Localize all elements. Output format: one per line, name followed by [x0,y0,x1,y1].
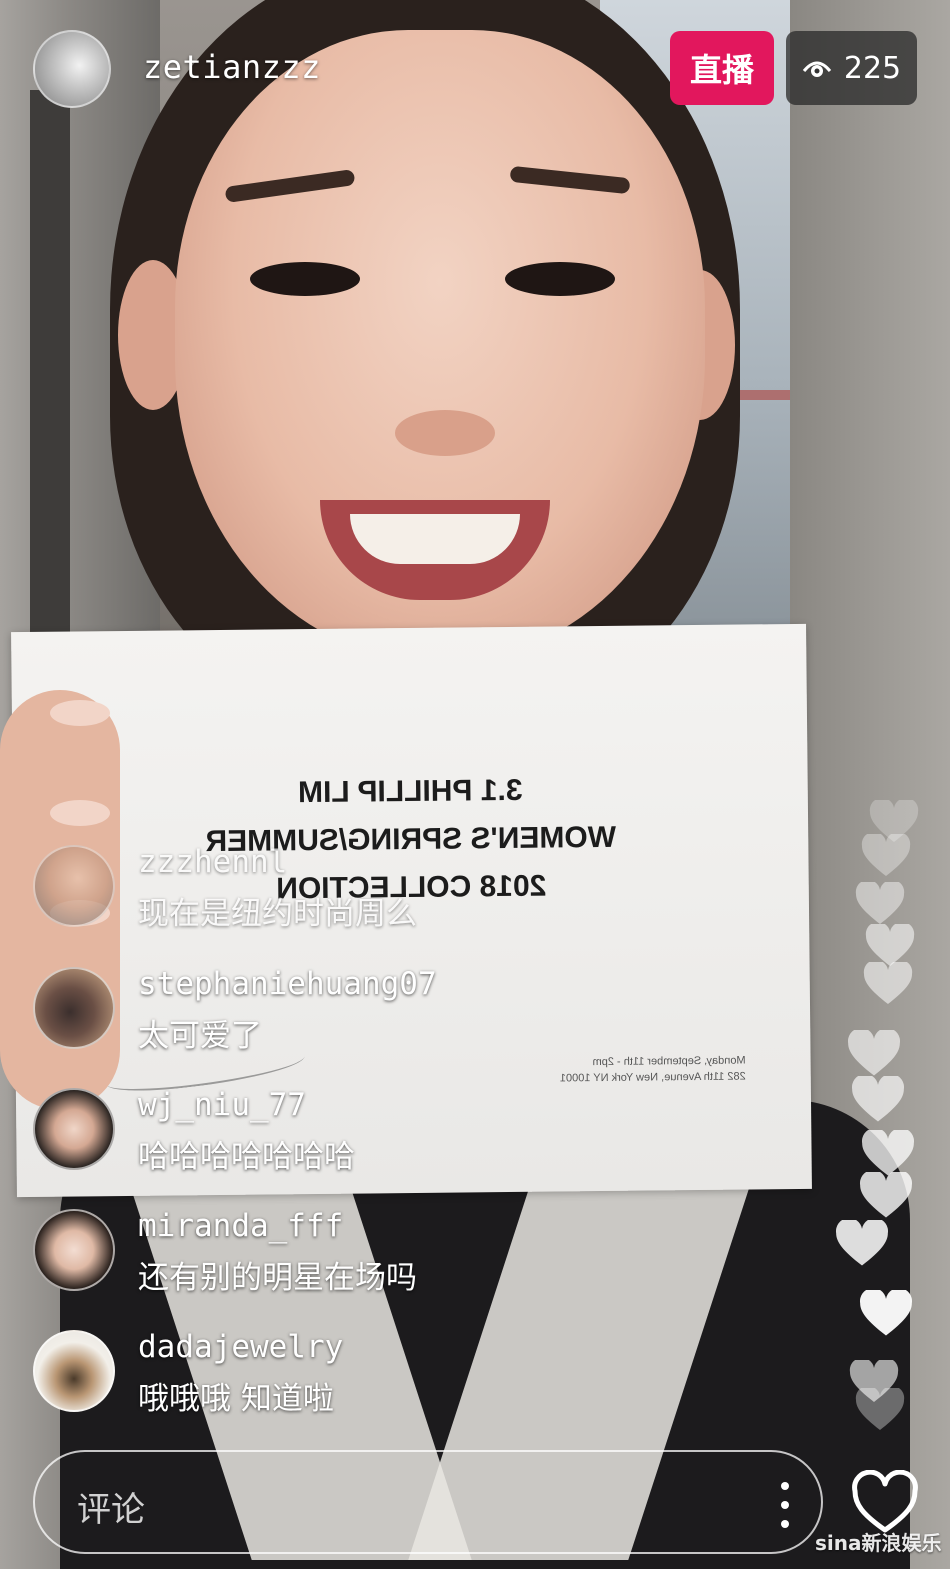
comment-item: wj_niu_77 哈哈哈哈哈哈哈 [0,1083,800,1193]
live-badge: 直播 [670,31,774,105]
heart-icon [859,1290,913,1336]
heart-icon [861,1130,915,1176]
live-header: zetianzzz 直播 225 [0,0,950,130]
commenter-avatar[interactable] [33,1088,115,1170]
comment-text: 哦哦哦 知道啦 [138,1381,334,1417]
viewer-count: 225 [843,50,902,86]
commenter-avatar[interactable] [33,845,115,927]
commenter-avatar[interactable] [33,967,115,1049]
host-avatar[interactable] [33,30,111,108]
comment-input-placeholder: 评论 [77,1490,145,1530]
commenter-avatar[interactable] [33,1330,115,1412]
heart-icon [851,1076,905,1122]
heart-icon [855,882,905,924]
comment-input[interactable]: 评论 [33,1450,823,1554]
comment-text: 太可爱了 [138,1018,262,1054]
heart-icon [855,1388,905,1430]
eye-icon [802,61,832,77]
comment-item: dadajewelry 哦哦哦 知道啦 [0,1325,800,1435]
commenter-username[interactable]: stephaniehuang07 [138,966,437,1002]
host-username[interactable]: zetianzzz [143,48,321,86]
commenter-avatar[interactable] [33,1209,115,1291]
comment-text: 哈哈哈哈哈哈哈 [138,1139,355,1175]
heart-icon [859,1172,913,1218]
heart-icon [861,834,911,876]
comment-item: miranda_fff 还有别的明星在场吗 [0,1204,800,1314]
sina-watermark: sina新浪娱乐 [815,1531,942,1555]
comment-item: zzzhennl 现在是纽约时尚周么 [0,840,800,950]
commenter-username[interactable]: wj_niu_77 [138,1087,306,1123]
comment-item: stephaniehuang07 太可爱了 [0,962,800,1072]
commenter-username[interactable]: zzzhennl [138,844,287,880]
commenter-username[interactable]: dadajewelry [138,1329,343,1365]
floating-hearts [830,790,940,1450]
heart-icon [847,1030,901,1076]
viewer-count-badge[interactable]: 225 [786,31,917,105]
heart-icon [835,1220,889,1266]
more-vertical-icon[interactable] [775,1482,795,1528]
comment-text: 现在是纽约时尚周么 [138,896,417,932]
comment-text: 还有别的明星在场吗 [138,1260,417,1296]
heart-icon [863,962,913,1004]
commenter-username[interactable]: miranda_fff [138,1208,343,1244]
